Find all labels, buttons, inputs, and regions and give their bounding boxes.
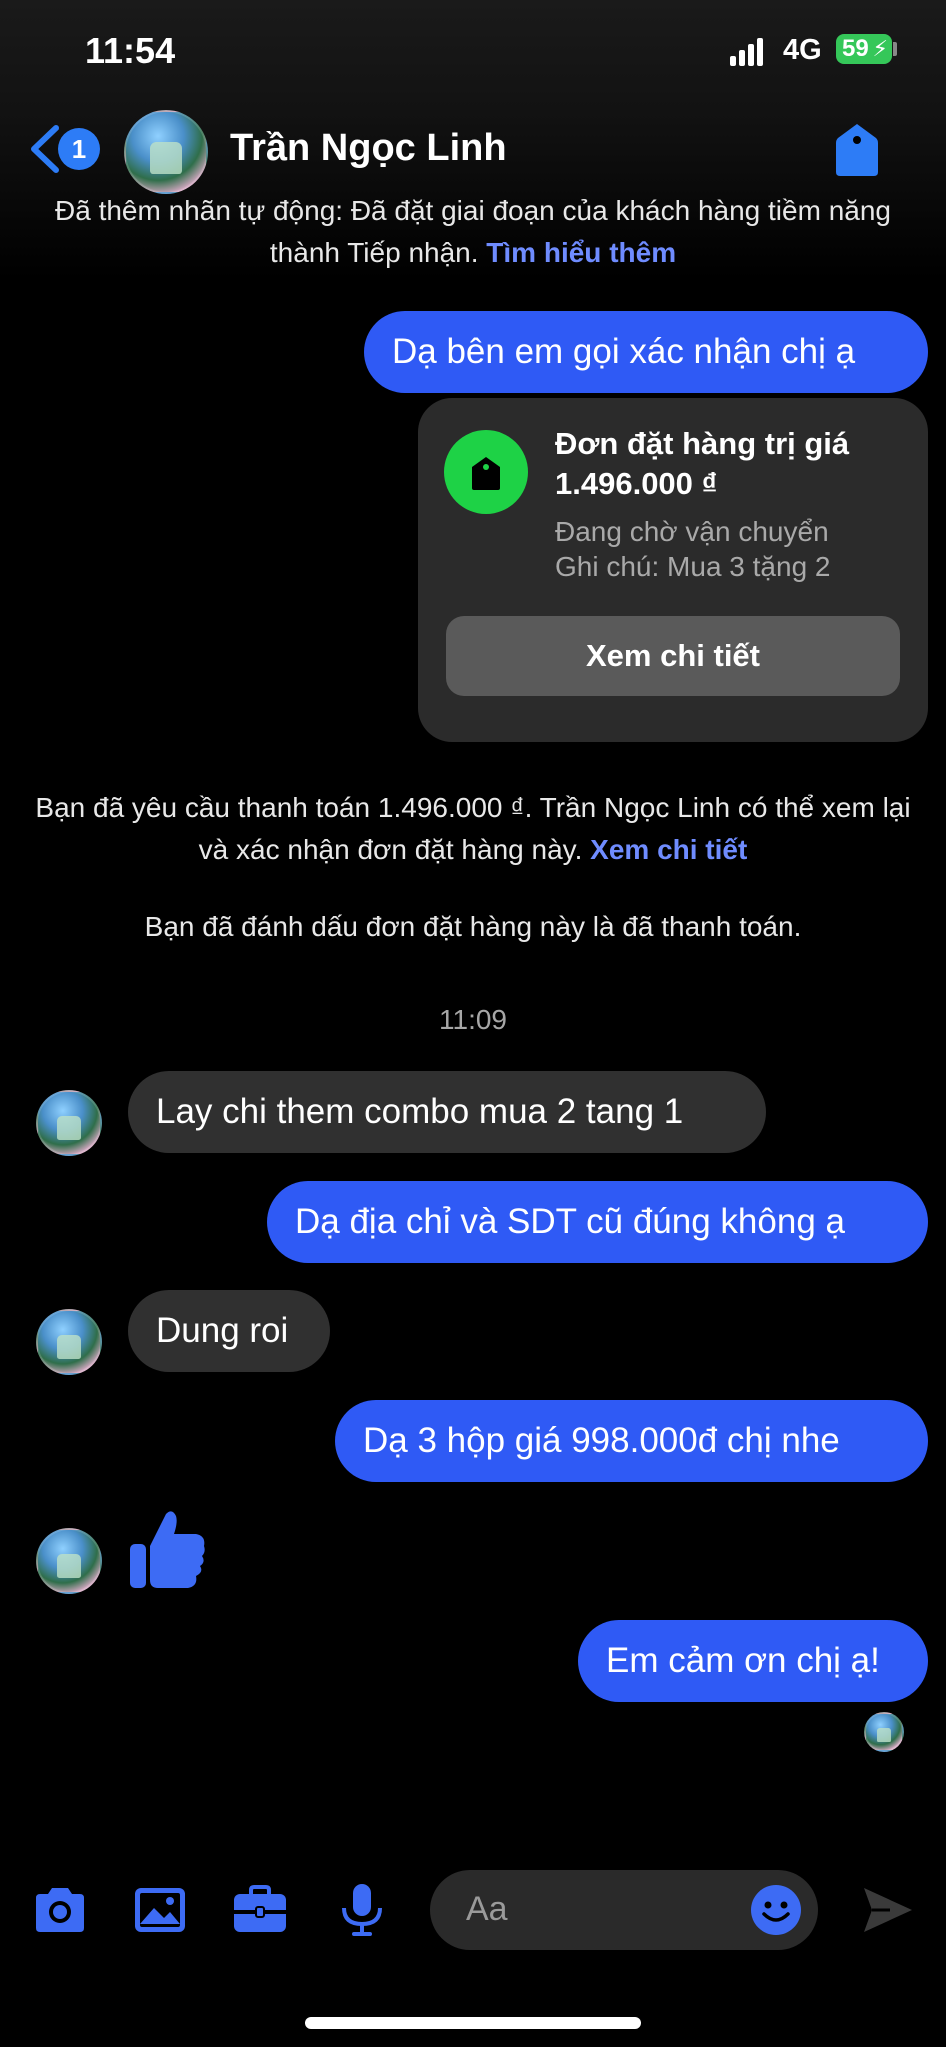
unread-badge[interactable]: 1 <box>58 128 100 170</box>
payment-notice-text: Bạn đã yêu cầu thanh toán 1.496.000 ₫. T… <box>35 792 911 865</box>
battery-cap <box>893 42 897 56</box>
label-notice: Đã thêm nhãn tự động: Đã đặt giai đoạn c… <box>30 190 916 274</box>
battery-indicator: 59 ⚡ <box>836 34 892 64</box>
status-time: 11:54 <box>85 30 176 71</box>
sender-avatar[interactable] <box>36 1309 102 1375</box>
view-details-button[interactable]: Xem chi tiết <box>446 616 900 696</box>
smile-icon[interactable] <box>750 1884 802 1936</box>
message-incoming[interactable]: Dung roi <box>128 1290 330 1372</box>
order-title: Đơn đặt hàng trị giá 1.496.000 ₫ <box>555 426 850 501</box>
chat-screen: 11:54 4G 59 ⚡ 1 Trần Ngọc Linh Đã thêm n… <box>0 0 946 2047</box>
battery-level: 59 <box>842 35 869 62</box>
camera-icon[interactable] <box>30 1880 90 1940</box>
timestamp: 11:09 <box>439 1004 507 1035</box>
message-input[interactable]: Aa <box>430 1870 818 1950</box>
message-incoming[interactable]: Lay chi them combo mua 2 tang 1 <box>128 1071 766 1153</box>
order-status: Đang chờ vận chuyển <box>555 516 829 547</box>
home-indicator <box>305 2017 641 2029</box>
label-notice-text: Đã thêm nhãn tự động: Đã đặt giai đoạn c… <box>55 195 891 268</box>
message-outgoing[interactable]: Dạ 3 hộp giá 998.000đ chị nhe <box>335 1400 928 1482</box>
briefcase-icon[interactable] <box>230 1880 290 1940</box>
learn-more-link[interactable]: Tìm hiểu thêm <box>486 237 676 268</box>
message-outgoing[interactable]: Dạ địa chỉ và SDT cũ đúng không ạ <box>267 1181 928 1263</box>
payment-details-link[interactable]: Xem chi tiết <box>590 834 747 865</box>
sender-avatar[interactable] <box>36 1090 102 1156</box>
shopping-bag-icon <box>472 457 500 490</box>
message-outgoing[interactable]: Em cảm ơn chị ạ! <box>578 1620 928 1702</box>
thumbs-up-icon[interactable] <box>128 1508 208 1592</box>
tag-icon[interactable] <box>834 122 880 178</box>
order-note: Ghi chú: Mua 3 tặng 2 <box>555 551 831 582</box>
message-input-placeholder: Aa <box>466 1890 508 1928</box>
send-icon[interactable] <box>860 1882 916 1938</box>
payment-notice: Bạn đã yêu cầu thanh toán 1.496.000 ₫. T… <box>30 787 916 871</box>
read-receipt-avatar <box>864 1712 904 1752</box>
contact-name[interactable]: Trần Ngọc Linh <box>230 127 507 170</box>
sender-avatar[interactable] <box>36 1528 102 1594</box>
charging-icon: ⚡ <box>872 36 888 61</box>
network-type: 4G <box>783 34 822 66</box>
paid-notice: Bạn đã đánh dấu đơn đặt hàng này là đã t… <box>144 911 802 942</box>
image-icon[interactable] <box>130 1880 190 1940</box>
signal-icon <box>730 38 770 66</box>
order-card: Đơn đặt hàng trị giá 1.496.000 ₫ Đang ch… <box>418 398 928 742</box>
contact-avatar[interactable] <box>124 110 208 194</box>
microphone-icon[interactable] <box>332 1880 392 1940</box>
order-icon <box>444 430 528 514</box>
message-outgoing[interactable]: Dạ bên em gọi xác nhận chị ạ <box>364 311 928 393</box>
